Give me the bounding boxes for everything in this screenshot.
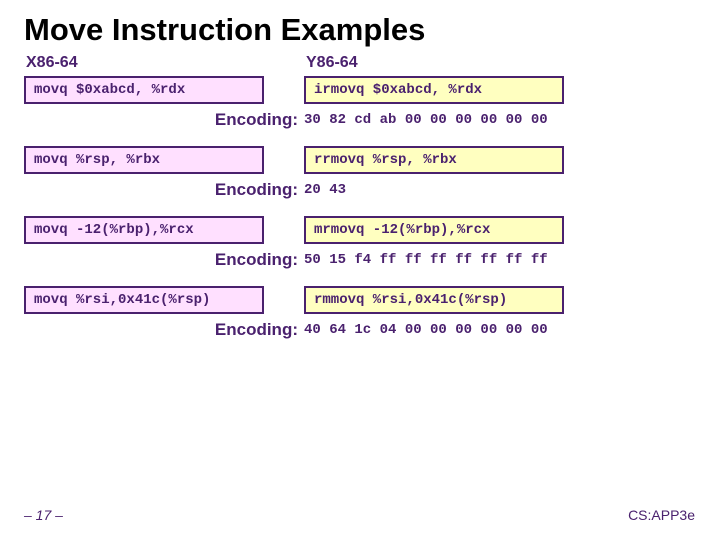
encoding-label: Encoding: <box>24 320 304 340</box>
encoding-label: Encoding: <box>24 180 304 200</box>
instr-row: movq -12(%rbp),%rcx mrmovq -12(%rbp),%rc… <box>24 216 695 244</box>
content-area: X86-64 Y86-64 movq $0xabcd, %rdx irmovq … <box>0 54 719 340</box>
y86-instr: rmmovq %rsi,0x41c(%rsp) <box>304 286 564 314</box>
column-headers: X86-64 Y86-64 <box>24 54 695 76</box>
page-number: – 17 – <box>24 507 63 523</box>
encoding-bytes: 20 43 <box>304 182 346 198</box>
x86-instr: movq %rsi,0x41c(%rsp) <box>24 286 264 314</box>
instr-row: movq $0xabcd, %rdx irmovq $0xabcd, %rdx <box>24 76 695 104</box>
y86-instr: irmovq $0xabcd, %rdx <box>304 76 564 104</box>
x86-instr: movq -12(%rbp),%rcx <box>24 216 264 244</box>
encoding-bytes: 50 15 f4 ff ff ff ff ff ff ff <box>304 252 548 268</box>
y86-instr: rrmovq %rsp, %rbx <box>304 146 564 174</box>
encoding-bytes: 40 64 1c 04 00 00 00 00 00 00 <box>304 322 548 338</box>
y86-instr: mrmovq -12(%rbp),%rcx <box>304 216 564 244</box>
footer: – 17 – CS:APP3e <box>24 507 695 523</box>
encoding-row: Encoding: 30 82 cd ab 00 00 00 00 00 00 <box>24 110 695 130</box>
encoding-label: Encoding: <box>24 110 304 130</box>
header-x86: X86-64 <box>24 54 294 72</box>
instr-row: movq %rsp, %rbx rrmovq %rsp, %rbx <box>24 146 695 174</box>
encoding-bytes: 30 82 cd ab 00 00 00 00 00 00 <box>304 112 548 128</box>
encoding-row: Encoding: 50 15 f4 ff ff ff ff ff ff ff <box>24 250 695 270</box>
header-y86: Y86-64 <box>304 54 695 72</box>
source-label: CS:APP3e <box>628 507 695 523</box>
encoding-row: Encoding: 40 64 1c 04 00 00 00 00 00 00 <box>24 320 695 340</box>
x86-instr: movq %rsp, %rbx <box>24 146 264 174</box>
x86-instr: movq $0xabcd, %rdx <box>24 76 264 104</box>
encoding-label: Encoding: <box>24 250 304 270</box>
instr-row: movq %rsi,0x41c(%rsp) rmmovq %rsi,0x41c(… <box>24 286 695 314</box>
slide-title: Move Instruction Examples <box>0 0 719 54</box>
encoding-row: Encoding: 20 43 <box>24 180 695 200</box>
